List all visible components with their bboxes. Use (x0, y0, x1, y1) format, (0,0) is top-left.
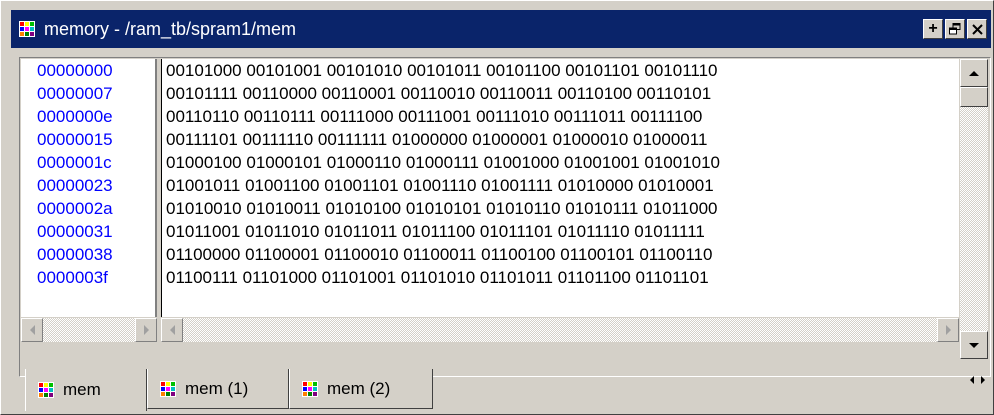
memory-data-pane[interactable]: 00101000 00101001 00101010 00101011 0010… (161, 59, 959, 317)
memory-grid-icon (302, 380, 318, 397)
address-column[interactable]: 00000000 00000007 0000000e 00000015 0000… (21, 59, 157, 317)
scroll-down-button[interactable] (960, 331, 988, 359)
data-scroll-right-button[interactable] (937, 318, 959, 342)
data-scroll-left-button[interactable] (161, 318, 183, 342)
tab-scroll-left-button[interactable] (968, 373, 976, 387)
memory-row[interactable]: 01010010 01010011 01010100 01010101 0101… (162, 197, 959, 220)
address-horizontal-scrollbar[interactable] (21, 318, 157, 342)
address-scroll-left-button[interactable] (21, 318, 43, 342)
arrow-up-icon (969, 70, 979, 76)
window-title: memory - /ram_tb/spram1/mem (44, 18, 297, 39)
address-cell[interactable]: 0000002a (21, 197, 155, 220)
address-cell[interactable]: 00000007 (21, 82, 155, 105)
address-cell[interactable]: 00000000 (21, 59, 155, 82)
plus-icon: + (928, 20, 938, 37)
undock-button[interactable] (945, 19, 965, 39)
dock-plus-button[interactable]: + (923, 19, 943, 39)
close-button[interactable] (967, 19, 987, 39)
address-cell[interactable]: 00000015 (21, 128, 155, 151)
memory-grid-icon (19, 21, 35, 37)
memory-row[interactable]: 01001011 01001100 01001101 01001110 0100… (162, 174, 959, 197)
tab-mem[interactable]: mem (25, 369, 147, 411)
data-horizontal-scrollbar[interactable] (161, 318, 959, 342)
tab-label: mem (2) (327, 378, 391, 398)
address-cell[interactable]: 00000038 (21, 243, 155, 266)
arrow-down-icon (969, 342, 979, 348)
memory-row[interactable]: 00110110 00110111 00111000 00111001 0011… (162, 105, 959, 128)
memory-row[interactable]: 01100000 01100001 01100010 01100011 0110… (162, 243, 959, 266)
memory-row[interactable]: 00101000 00101001 00101010 00101011 0010… (162, 59, 959, 82)
address-cell[interactable]: 00000031 (21, 220, 155, 243)
arrow-left-icon (169, 325, 175, 335)
address-cell[interactable]: 0000003f (21, 266, 155, 289)
address-scroll-right-button[interactable] (135, 318, 157, 342)
memory-row[interactable]: 01100111 01101000 01101001 01101010 0110… (162, 266, 959, 289)
arrow-left-icon (29, 325, 35, 335)
scroll-up-button[interactable] (960, 59, 988, 87)
tab-label: mem (63, 380, 101, 399)
memory-grid-icon (38, 382, 54, 398)
title-buttons: + (923, 19, 987, 39)
tab-label: mem (1) (185, 378, 249, 398)
tab-mem-1[interactable]: mem (1) (147, 369, 289, 409)
tab-mem-2[interactable]: mem (2) (289, 369, 433, 409)
title-bar[interactable]: memory - /ram_tb/spram1/mem + (11, 10, 991, 48)
arrow-right-icon (981, 376, 985, 384)
memory-row[interactable]: 00101111 00110000 00110001 00110010 0011… (162, 82, 959, 105)
vertical-scrollbar[interactable] (960, 59, 988, 359)
arrow-left-icon (970, 376, 974, 384)
address-cell[interactable]: 0000000e (21, 105, 155, 128)
undock-icon (949, 23, 961, 35)
tab-scroll-buttons (968, 373, 987, 387)
memory-row[interactable]: 01011001 01011010 01011011 01011100 0101… (162, 220, 959, 243)
memory-window: memory - /ram_tb/spram1/mem + 00000000 0… (0, 0, 994, 415)
arrow-right-icon (945, 325, 951, 335)
address-cell[interactable]: 0000001c (21, 151, 155, 174)
memory-grid-icon (160, 380, 176, 397)
close-icon (971, 23, 983, 35)
arrow-right-icon (143, 325, 149, 335)
vertical-scroll-thumb[interactable] (960, 87, 988, 107)
memory-content: 00000000 00000007 0000000e 00000015 0000… (19, 57, 991, 377)
tab-bar: mem mem (1) mem (2) (19, 369, 991, 411)
tab-scroll-right-button[interactable] (979, 373, 987, 387)
memory-row[interactable]: 00111101 00111110 00111111 01000000 0100… (162, 128, 959, 151)
address-cell[interactable]: 00000023 (21, 174, 155, 197)
memory-row[interactable]: 01000100 01000101 01000110 01000111 0100… (162, 151, 959, 174)
